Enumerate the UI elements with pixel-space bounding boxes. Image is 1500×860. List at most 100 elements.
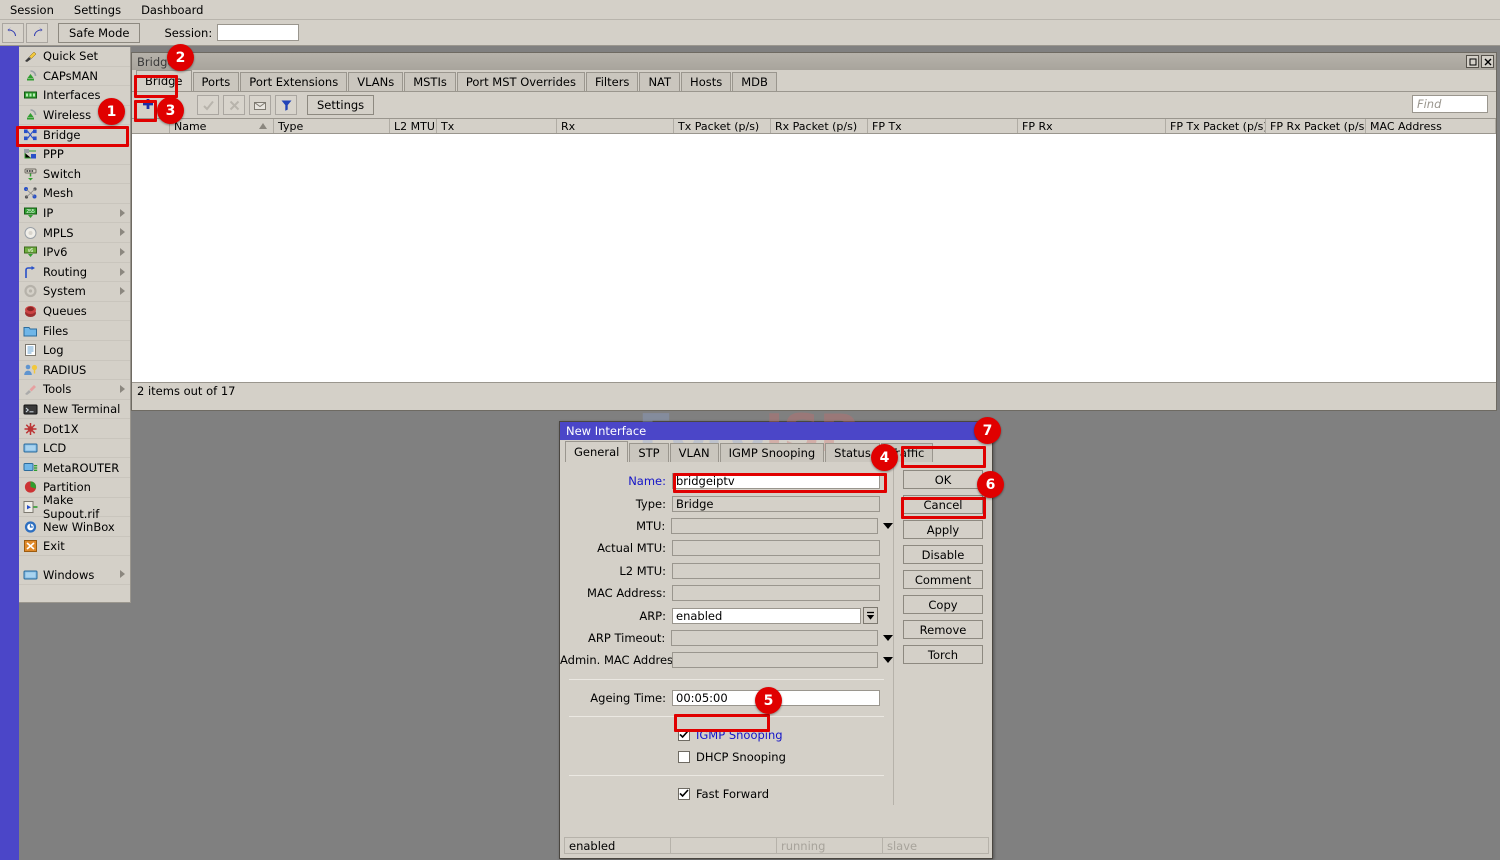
enable-button[interactable]: [197, 95, 219, 115]
input-name[interactable]: bridgeiptv: [672, 473, 880, 489]
copy-button[interactable]: Copy: [903, 595, 983, 614]
sidebar-item-ipv6[interactable]: v6IPv6: [19, 243, 130, 263]
status-cell-1: [670, 837, 777, 854]
tab-bridge[interactable]: Bridge: [136, 70, 192, 91]
input-actual-mtu[interactable]: [672, 540, 880, 556]
tab-mstis[interactable]: MSTIs: [404, 72, 456, 91]
sidebar-item-lcd[interactable]: LCD: [19, 439, 130, 459]
sidebar-item-make-supout-rif[interactable]: Make Supout.rif: [19, 498, 130, 518]
menu-settings[interactable]: Settings: [64, 1, 131, 19]
tab-filters[interactable]: Filters: [586, 72, 638, 91]
bridge-table-body[interactable]: [132, 134, 1496, 383]
column-header-fp-rx[interactable]: FP Rx: [1018, 119, 1166, 133]
column-header-type[interactable]: Type: [274, 119, 390, 133]
maximize-icon[interactable]: [1466, 55, 1479, 68]
dialog-tab-vlan[interactable]: VLAN: [670, 443, 719, 462]
dialog-titlebar[interactable]: New Interface: [560, 422, 992, 440]
tab-port-extensions[interactable]: Port Extensions: [240, 72, 347, 91]
remove-button[interactable]: Remove: [903, 620, 983, 639]
column-header-l2-mtu[interactable]: L2 MTU: [390, 119, 437, 133]
chevron-down-icon[interactable]: [883, 523, 893, 529]
close-icon[interactable]: [1481, 55, 1494, 68]
dialog-tab-stp[interactable]: STP: [629, 443, 668, 462]
input-admin-mac-address[interactable]: [672, 652, 878, 668]
column-header-fp-tx-packet-p-s[interactable]: FP Tx Packet (p/s): [1166, 119, 1266, 133]
sidebar-item-new-winbox[interactable]: New WinBox: [19, 517, 130, 537]
sidebar-item-mesh[interactable]: Mesh: [19, 184, 130, 204]
sidebar-item-ppp[interactable]: PPP: [19, 145, 130, 165]
sidebar-item-label: System: [43, 284, 86, 298]
column-header-tx-packet-p-s[interactable]: Tx Packet (p/s): [674, 119, 771, 133]
input-arp[interactable]: enabled: [672, 608, 861, 624]
sidebar-item-queues[interactable]: Queues: [19, 302, 130, 322]
menu-dashboard[interactable]: Dashboard: [131, 1, 213, 19]
input-arp-timeout[interactable]: [671, 630, 878, 646]
disable-button[interactable]: [223, 95, 245, 115]
input-type[interactable]: Bridge: [672, 496, 880, 512]
dropdown-button[interactable]: [863, 607, 878, 624]
sidebar-item-tools[interactable]: Tools: [19, 380, 130, 400]
tab-port-mst-overrides[interactable]: Port MST Overrides: [457, 72, 585, 91]
undo-icon[interactable]: [2, 23, 24, 43]
ok-button[interactable]: OK: [903, 470, 983, 489]
fast-forward-checkbox[interactable]: Fast Forward: [560, 783, 893, 805]
disable-button[interactable]: Disable: [903, 545, 983, 564]
menu-session[interactable]: Session: [0, 1, 64, 19]
bridge-settings-button[interactable]: Settings: [307, 95, 374, 115]
checkbox-icon[interactable]: [678, 751, 690, 763]
sidebar-item-label: Log: [43, 343, 64, 357]
sidebar-item-metarouter[interactable]: MetaROUTER: [19, 458, 130, 478]
checkbox-icon[interactable]: [678, 729, 690, 741]
sidebar-item-files[interactable]: Files: [19, 321, 130, 341]
safe-mode-button[interactable]: Safe Mode: [58, 23, 140, 43]
session-input[interactable]: [217, 24, 299, 41]
sidebar-item-radius[interactable]: RADIUS: [19, 361, 130, 381]
sidebar-item-switch[interactable]: Switch: [19, 165, 130, 185]
column-header-name[interactable]: Name: [170, 119, 274, 133]
redo-icon[interactable]: [26, 23, 48, 43]
tab-nat[interactable]: NAT: [639, 72, 680, 91]
cancel-button[interactable]: Cancel: [903, 495, 983, 514]
dhcp-snooping-checkbox[interactable]: DHCP Snooping: [560, 746, 893, 768]
dialog-tab-general[interactable]: General: [565, 441, 628, 462]
chevron-down-icon[interactable]: [883, 635, 893, 641]
comment-button[interactable]: [249, 95, 271, 115]
sidebar-item-log[interactable]: Log: [19, 341, 130, 361]
sidebar-item-ip[interactable]: 255IP: [19, 204, 130, 224]
add-bridge-button[interactable]: [137, 95, 159, 115]
input-l2-mtu[interactable]: [672, 563, 880, 579]
sidebar-item-new-terminal[interactable]: New Terminal: [19, 400, 130, 420]
column-header-tx[interactable]: Tx: [437, 119, 557, 133]
sidebar-item-quick-set[interactable]: Quick Set: [19, 47, 130, 67]
dialog-tab-igmp-snooping[interactable]: IGMP Snooping: [720, 443, 825, 462]
sidebar-item-capsman[interactable]: CAPsMAN: [19, 67, 130, 87]
checkbox-icon[interactable]: [678, 788, 690, 800]
comment-button[interactable]: Comment: [903, 570, 983, 589]
sidebar-item-windows[interactable]: Windows: [19, 565, 130, 585]
input-mtu[interactable]: [671, 518, 878, 534]
filter-button[interactable]: [275, 95, 297, 115]
column-header-mac-address[interactable]: MAC Address: [1366, 119, 1496, 133]
column-header-rx-packet-p-s[interactable]: Rx Packet (p/s): [771, 119, 868, 133]
tab-mdb[interactable]: MDB: [732, 72, 777, 91]
sidebar-item-system[interactable]: System: [19, 282, 130, 302]
igmp-snooping-checkbox[interactable]: IGMP Snooping: [560, 724, 893, 746]
column-header-protoc[interactable]: Protoc...: [1496, 119, 1500, 133]
tab-vlans[interactable]: VLANs: [348, 72, 403, 91]
sidebar-item-exit[interactable]: Exit: [19, 537, 130, 557]
apply-button[interactable]: Apply: [903, 520, 983, 539]
column-header-rx[interactable]: Rx: [557, 119, 674, 133]
column-header-fp-tx[interactable]: FP Tx: [868, 119, 1018, 133]
torch-button[interactable]: Torch: [903, 645, 983, 664]
sidebar-item-dot1x[interactable]: Dot1X: [19, 419, 130, 439]
chevron-down-icon[interactable]: [883, 657, 893, 663]
sidebar-item-mpls[interactable]: MPLS: [19, 223, 130, 243]
column-header-fp-rx-packet-p-s[interactable]: FP Rx Packet (p/s): [1266, 119, 1366, 133]
tab-ports[interactable]: Ports: [193, 72, 240, 91]
tab-hosts[interactable]: Hosts: [681, 72, 731, 91]
find-input[interactable]: Find: [1412, 95, 1488, 113]
sidebar-item-bridge[interactable]: Bridge: [19, 125, 130, 145]
input-mac-address[interactable]: [672, 585, 880, 601]
sidebar-item-routing[interactable]: Routing: [19, 263, 130, 283]
bridge-window-titlebar[interactable]: Bridge: [132, 53, 1496, 70]
